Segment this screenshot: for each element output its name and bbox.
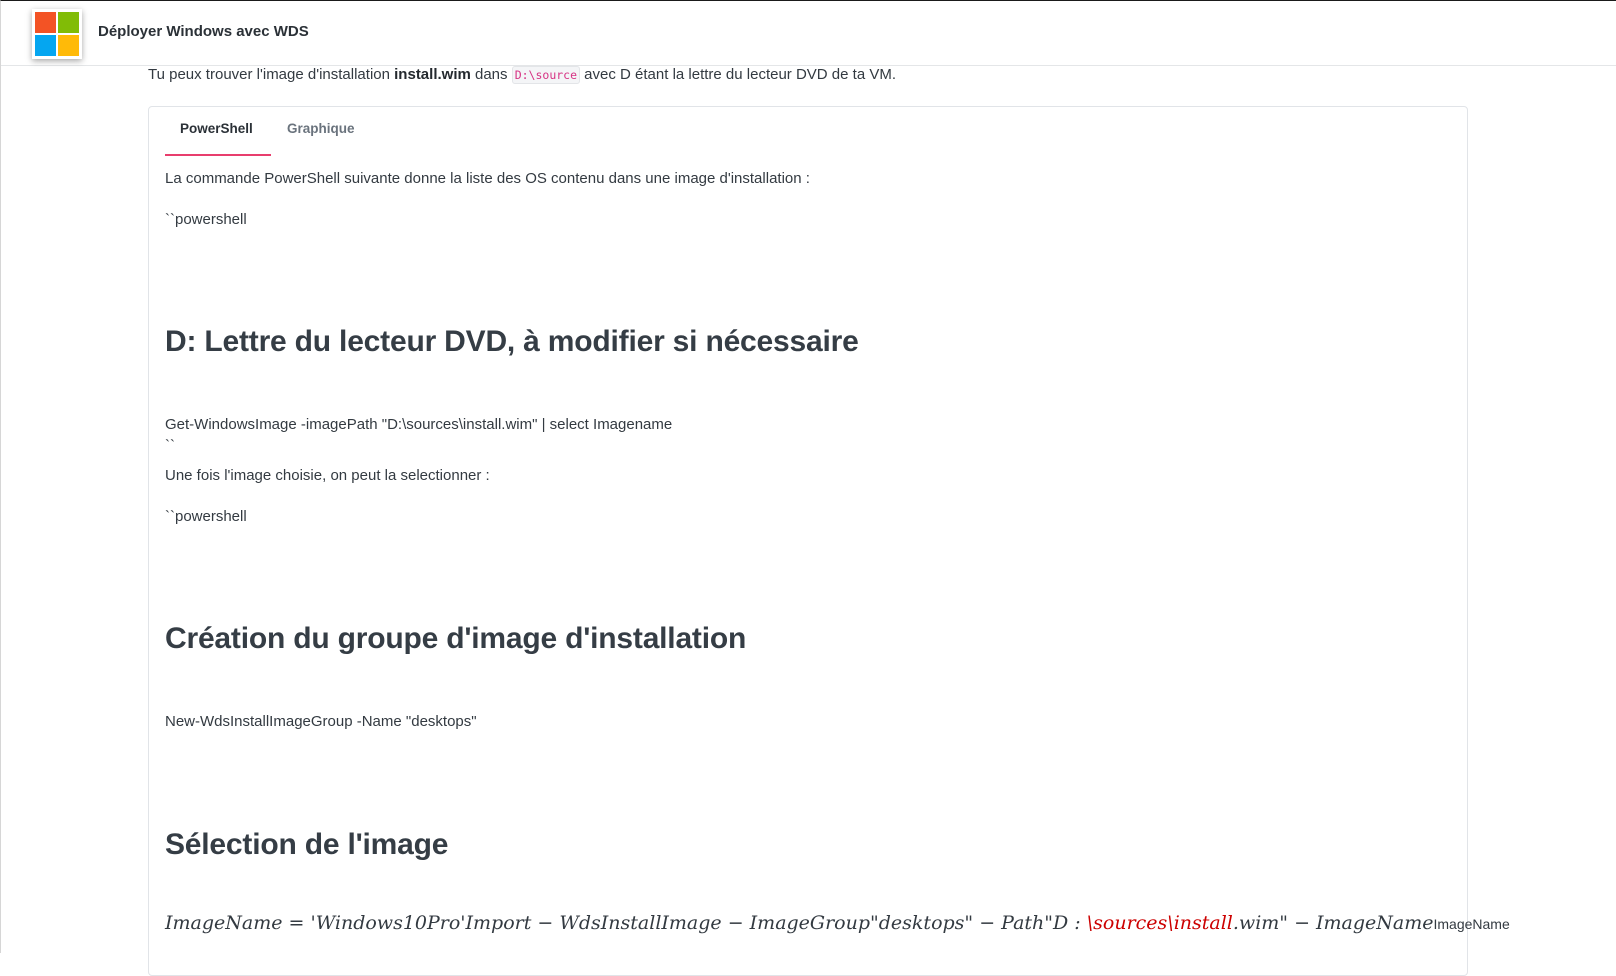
top-header: Déployer Windows avec WDS [1, 1, 1616, 66]
intro-paragraph: Tu peux trouver l'image d'installation i… [148, 66, 896, 84]
tab-graphique[interactable]: Graphique [287, 121, 355, 136]
page-frame: Déployer Windows avec WDS Tu peux trouve… [0, 0, 1616, 976]
microsoft-windows-logo-icon[interactable] [32, 9, 82, 59]
heading-dvd-letter: D: Lettre du lecteur DVD, à modifier si … [165, 325, 859, 358]
intro-bold-filename: install.wim [394, 66, 471, 83]
code-fence-open-2: ``powershell [165, 508, 247, 525]
command-get-windowsimage: Get-WindowsImage -imagePath "D:\sources\… [165, 416, 673, 433]
site-title[interactable]: Déployer Windows avec WDS [98, 23, 309, 40]
intro-text-before: Tu peux trouver l'image d'installation [148, 66, 395, 83]
math-part-1: ImageName = 'Windows10Pro'Import − WdsIn… [165, 912, 1087, 934]
intro-powershell-paragraph: La commande PowerShell suivante donne la… [165, 170, 810, 187]
tab-powershell[interactable]: PowerShell [180, 121, 253, 136]
intro-text-after: avec D étant la lettre du lecteur DVD de… [580, 66, 896, 83]
command-new-imagegroup: New-WdsInstallImageGroup -Name "desktops… [165, 713, 477, 730]
logo-yellow-square [58, 35, 79, 56]
code-fence-close: `` [165, 437, 175, 454]
rendered-math-command: ImageName = 'Windows10Pro'Import − WdsIn… [165, 912, 1510, 934]
active-tab-indicator [165, 154, 271, 156]
intro-code-path: D:\source [511, 66, 581, 84]
intro-text-middle: dans [470, 66, 512, 83]
logo-red-square [35, 12, 56, 33]
select-image-paragraph: Une fois l'image choisie, on peut la sel… [165, 467, 490, 484]
logo-green-square [58, 12, 79, 33]
math-plain-text: ImageName [1433, 916, 1510, 932]
math-red-path: \sources\install [1086, 912, 1233, 934]
heading-image-group: Création du groupe d'image d'installatio… [165, 622, 747, 655]
heading-image-selection: Sélection de l'image [165, 828, 449, 861]
tabs-container: PowerShell Graphique La commande PowerSh… [148, 106, 1510, 976]
logo-blue-square [35, 35, 56, 56]
math-part-2: .wim" − ImageName [1232, 912, 1434, 934]
code-fence-open: ``powershell [165, 211, 247, 228]
